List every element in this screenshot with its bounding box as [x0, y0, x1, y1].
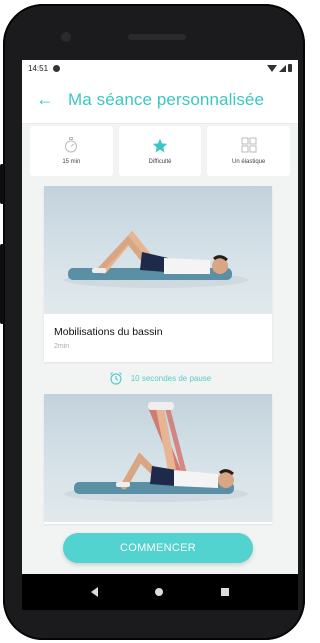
earpiece-speaker [128, 34, 186, 40]
difficulty-label: Difficulté [148, 158, 172, 165]
exercise-image [44, 394, 272, 522]
status-time: 14:51 [28, 63, 49, 73]
stopwatch-icon [65, 137, 78, 153]
pause-indicator: 10 secondes de pause [22, 371, 298, 385]
equipment-card[interactable]: Un élastique [207, 126, 291, 176]
grid-icon [241, 137, 257, 153]
exercise-card[interactable]: Mobilisations du bassin 2min [44, 186, 272, 362]
star-icon [152, 138, 168, 152]
duration-card[interactable]: 15 min [30, 126, 113, 176]
nav-recent-icon[interactable] [221, 588, 230, 596]
nav-home-icon[interactable] [155, 588, 164, 596]
signal-icon [279, 64, 286, 72]
front-camera [61, 32, 71, 42]
volume-button [0, 164, 4, 204]
start-button[interactable]: COMMENCER [63, 533, 253, 563]
exercise-duration: 2min [54, 343, 70, 350]
android-nav-bar [22, 574, 298, 610]
battery-icon [288, 64, 292, 72]
duration-label: 15 min [62, 159, 81, 165]
notification-icon [53, 64, 61, 72]
app-screen: 14:51 ← Ma séance personnalisée 15 min D… [22, 60, 298, 574]
app-header: ← Ma séance personnalisée [22, 76, 298, 124]
wifi-icon [267, 64, 277, 72]
arrow-left-icon[interactable]: ← [36, 89, 56, 110]
exercise-card[interactable] [44, 394, 272, 524]
status-bar: 14:51 [22, 60, 298, 76]
pause-text: 10 secondes de pause [130, 373, 212, 383]
exercise-name: Mobilisations du bassin [54, 326, 163, 338]
nav-back-icon[interactable] [90, 587, 98, 597]
alarm-icon [109, 372, 122, 385]
equipment-label: Un élastique [232, 159, 266, 165]
page-title: Ma séance personnalisée [68, 89, 265, 109]
session-info-row: 15 min Difficulté Un élastique [30, 126, 291, 176]
exercise-image [44, 186, 272, 314]
difficulty-card[interactable]: Difficulté [118, 126, 202, 176]
power-button [0, 244, 4, 324]
